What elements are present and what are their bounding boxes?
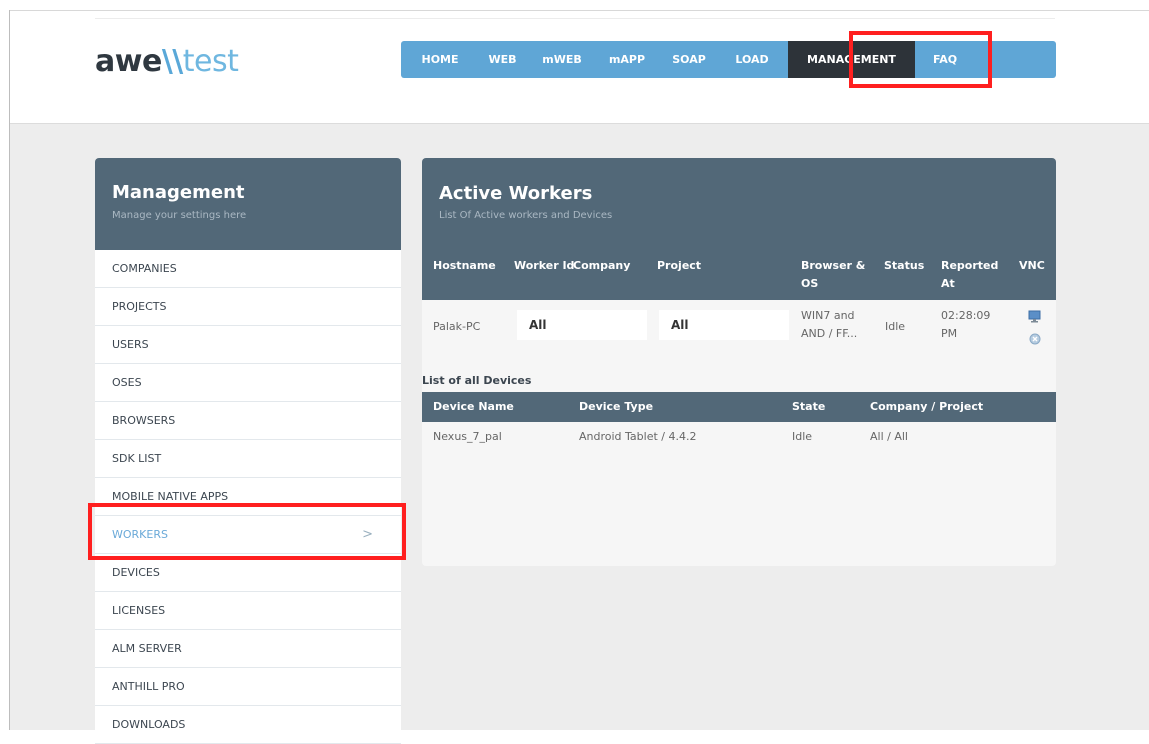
sidebar-item-oses[interactable]: OSES — [95, 364, 401, 402]
chevron-right-icon: > — [362, 527, 373, 542]
logo-text-awe: awe — [95, 44, 162, 79]
worker-hostname: Palak-PC — [433, 320, 481, 333]
device-type: Android Tablet / 4.4.2 — [579, 430, 697, 443]
sidebar-item-devices[interactable]: DEVICES — [95, 554, 401, 592]
th-device-type: Device Type — [579, 400, 654, 413]
workers-title: Active Workers — [439, 183, 593, 204]
sidebar-title: Management — [112, 182, 245, 203]
logo-text-test: test — [182, 44, 239, 79]
sidebar-item-sdk-list[interactable]: SDK LIST — [95, 440, 401, 478]
devices-table-header: Device Name Device Type State Company / … — [422, 392, 1056, 422]
worker-reported-line1: 02:28:09 — [941, 309, 991, 322]
sidebar-item-browsers[interactable]: BROWSERS — [95, 402, 401, 440]
workers-panel: Hostname Worker Id Company Project Brows… — [422, 250, 1056, 566]
th-company: Company — [573, 259, 631, 272]
sidebar-item-anthill-pro[interactable]: ANTHILL PRO — [95, 668, 401, 706]
sidebar-menu: COMPANIES PROJECTS USERS OSES BROWSERS S… — [95, 250, 401, 744]
th-worker-id: Worker Id — [514, 259, 575, 272]
nav-mweb[interactable]: mWEB — [526, 41, 598, 78]
sidebar-item-workers-label: WORKERS — [112, 528, 168, 541]
header-divider — [95, 18, 1055, 19]
logo-slashes: \\ — [161, 44, 183, 79]
nav-home[interactable]: HOME — [401, 41, 479, 78]
worker-reported-line2: PM — [941, 327, 958, 340]
worker-browser-line2: AND / FF... — [801, 327, 858, 340]
sidebar-item-downloads[interactable]: DOWNLOADS — [95, 706, 401, 744]
nav-faq[interactable]: FAQ — [917, 41, 973, 78]
nav-web[interactable]: WEB — [479, 41, 526, 78]
worker-company-select[interactable]: All — [517, 310, 647, 340]
nav-mapp[interactable]: mAPP — [598, 41, 656, 78]
th-project: Project — [657, 259, 702, 272]
workers-header: Active Workers List Of Active workers an… — [422, 158, 1056, 250]
sidebar-header: Management Manage your settings here — [95, 158, 401, 250]
site-logo[interactable]: awe\\test — [95, 44, 239, 80]
sidebar-subtitle: Manage your settings here — [112, 210, 247, 221]
th-reported-line2: At — [941, 277, 955, 290]
th-hostname: Hostname — [433, 259, 496, 272]
device-name: Nexus_7_pal — [433, 430, 502, 443]
devices-section-title: List of all Devices — [422, 374, 532, 387]
sidebar-item-projects[interactable]: PROJECTS — [95, 288, 401, 326]
workers-subtitle: List Of Active workers and Devices — [439, 210, 613, 221]
main-nav: HOME WEB mWEB mAPP SOAP LOAD MANAGEMENT … — [401, 41, 1056, 78]
th-device-name: Device Name — [433, 400, 514, 413]
sidebar-item-workers[interactable]: WORKERS > — [95, 516, 401, 554]
sidebar-item-companies[interactable]: COMPANIES — [95, 250, 401, 288]
th-reported-line1: Reported — [941, 259, 999, 272]
worker-browser-line1: WIN7 and — [801, 309, 855, 322]
vnc-close-icon[interactable] — [1029, 330, 1041, 349]
th-vnc: VNC — [1019, 259, 1045, 272]
worker-project-select[interactable]: All — [659, 310, 789, 340]
workers-table-header: Hostname Worker Id Company Project Brows… — [422, 250, 1056, 300]
th-device-state: State — [792, 400, 826, 413]
sidebar-item-alm-server[interactable]: ALM SERVER — [95, 630, 401, 668]
th-status: Status — [884, 259, 925, 272]
worker-status: Idle — [885, 320, 906, 333]
sidebar-item-mobile-native-apps[interactable]: MOBILE NATIVE APPS — [95, 478, 401, 516]
device-company-project: All / All — [870, 430, 908, 443]
th-browser-os-line2: OS — [801, 277, 819, 290]
device-state: Idle — [792, 430, 813, 443]
sidebar-item-users[interactable]: USERS — [95, 326, 401, 364]
th-browser-os-line1: Browser & — [801, 259, 866, 272]
nav-load[interactable]: LOAD — [722, 41, 782, 78]
nav-management[interactable]: MANAGEMENT — [788, 41, 915, 78]
vnc-monitor-icon[interactable] — [1028, 308, 1041, 327]
sidebar-item-licenses[interactable]: LICENSES — [95, 592, 401, 630]
nav-soap[interactable]: SOAP — [656, 41, 722, 78]
th-device-company: Company / Project — [870, 400, 984, 413]
